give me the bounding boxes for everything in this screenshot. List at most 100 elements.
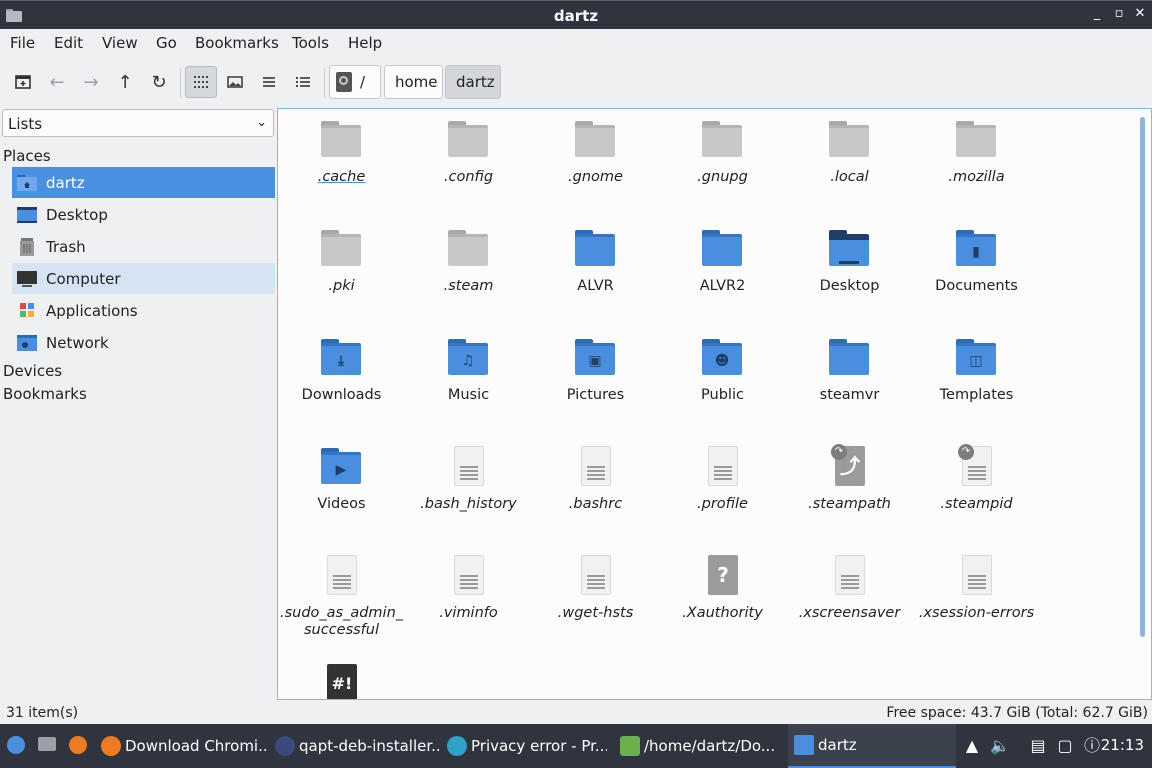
menu-help[interactable]: Help	[348, 34, 382, 52]
status-bar: 31 item(s) Free space: 43.7 GiB (Total: …	[0, 702, 1152, 724]
icon-view-button[interactable]	[185, 66, 217, 98]
taskbar: Download Chromi... qapt-deb-installer...…	[0, 724, 1152, 768]
documents-folder-icon: ▮	[956, 228, 998, 270]
file-name: .steampid	[940, 496, 1013, 512]
sidebar-item-dartz[interactable]: dartz	[12, 167, 275, 198]
sidebar-item-network[interactable]: Network	[12, 327, 275, 358]
reload-icon: ↻	[151, 71, 167, 93]
file-name: Downloads	[301, 387, 382, 403]
detailed-view-button[interactable]	[287, 66, 319, 98]
devices-heading[interactable]: Devices	[3, 362, 62, 380]
breadcrumb-home[interactable]: home	[384, 65, 443, 99]
unknown-file-icon: ?	[702, 555, 744, 597]
file-name: Music	[447, 387, 490, 403]
task-file-manager-dartz[interactable]: dartz	[788, 724, 956, 768]
file-name: .steam	[443, 278, 494, 294]
sidebar-mode-value: Lists	[8, 115, 43, 133]
sidebar-item-label: Network	[46, 333, 109, 352]
task-edge-privacy-error[interactable]: Privacy error - Pr...	[447, 724, 607, 768]
folder-icon	[321, 119, 363, 161]
edge-icon	[447, 736, 467, 756]
task-label: /home/dartz/Do...	[644, 737, 776, 755]
firefox-icon	[101, 736, 121, 756]
menu-go[interactable]: Go	[156, 34, 177, 52]
reload-button[interactable]: ↻	[143, 66, 175, 98]
sidebar-item-label: Computer	[46, 269, 121, 288]
sidebar-item-desktop[interactable]: Desktop	[12, 199, 275, 230]
breadcrumb-dartz-label: dartz	[456, 73, 495, 91]
folder-icon	[448, 228, 490, 270]
back-button[interactable]: ←	[41, 66, 73, 98]
folder-icon	[956, 119, 998, 161]
installer-icon	[275, 736, 295, 756]
menu-file[interactable]: File	[10, 34, 35, 52]
compact-view-button[interactable]	[253, 66, 285, 98]
file-view[interactable]: .cache .config .gnome .gnupg .local .moz…	[277, 108, 1152, 700]
sidebar-item-trash[interactable]: Trash	[12, 231, 275, 262]
up-button[interactable]: ↑	[109, 66, 141, 98]
bookmarks-heading[interactable]: Bookmarks	[3, 385, 87, 403]
breadcrumb-dartz[interactable]: dartz	[445, 65, 501, 99]
firefox-launcher-icon[interactable]	[68, 736, 88, 756]
toolbar-separator	[324, 68, 325, 98]
text-file-icon	[575, 446, 617, 488]
thumbnail-view-button[interactable]	[219, 66, 251, 98]
network-status-icon[interactable]: ▤	[1028, 736, 1048, 756]
updates-icon[interactable]: ▲	[962, 736, 982, 756]
vertical-scrollbar[interactable]	[1140, 117, 1145, 637]
file-name: .local	[830, 169, 869, 185]
free-space: Free space: 43.7 GiB (Total: 62.7 GiB)	[886, 705, 1148, 721]
menu-bar: File Edit View Go Bookmarks Tools Help	[0, 29, 1152, 57]
task-terminal-downloads[interactable]: /home/dartz/Do...	[620, 724, 780, 768]
arrow-left-icon: ←	[49, 71, 65, 93]
minimize-icon[interactable]: _	[1089, 6, 1105, 22]
sidebar-mode-select[interactable]: Lists ⌄	[2, 109, 274, 137]
places-heading[interactable]: Places	[3, 147, 51, 165]
new-tab-button[interactable]	[7, 66, 39, 98]
maximize-icon[interactable]: ▫	[1111, 6, 1127, 22]
window-title: dartz	[553, 7, 599, 25]
file-name: ALVR2	[699, 278, 746, 294]
toolbar-separator	[180, 68, 181, 98]
public-folder-icon: ☻	[702, 337, 744, 379]
sidebar-item-applications[interactable]: Applications	[12, 295, 275, 326]
pictures-folder-icon: ▣	[575, 337, 617, 379]
file-name: Pictures	[566, 387, 625, 403]
templates-folder-icon: ◫	[956, 337, 998, 379]
file-manager-launcher-icon[interactable]	[37, 736, 57, 756]
menu-view[interactable]: View	[102, 34, 138, 52]
breadcrumb-root[interactable]: /	[329, 65, 381, 99]
task-firefox-download[interactable]: Download Chromi...	[101, 724, 267, 768]
sidebar-item-computer[interactable]: Computer	[12, 263, 275, 294]
symlink-file-icon: ⤴ ↷	[829, 444, 871, 488]
volume-icon[interactable]: 🔈	[990, 736, 1010, 756]
folder-icon	[829, 337, 871, 379]
symlink-text-file-icon: ↷	[956, 444, 998, 488]
start-menu-icon[interactable]	[6, 736, 26, 756]
menu-edit[interactable]: Edit	[54, 34, 83, 52]
file-name: .xsession-errors	[918, 605, 1035, 621]
clock[interactable]: 21:13	[1101, 736, 1144, 754]
file-name: .pki	[328, 278, 355, 294]
text-file-icon	[575, 555, 617, 597]
menu-tools[interactable]: Tools	[292, 34, 329, 52]
arrow-right-icon: →	[83, 71, 99, 93]
file-name: .config	[443, 169, 494, 185]
close-icon[interactable]: ✕	[1132, 6, 1148, 22]
task-qapt-installer[interactable]: qapt-deb-installer...	[275, 724, 440, 768]
breadcrumb-root-label: /	[360, 73, 366, 91]
detailed-list-icon	[296, 77, 310, 87]
notification-icon[interactable]: ⓘ	[1082, 736, 1102, 756]
folder-icon	[448, 119, 490, 161]
compact-list-icon	[263, 77, 275, 87]
chevron-down-icon: ⌄	[256, 115, 267, 130]
file-name: ALVR	[577, 278, 614, 294]
file-name: Public	[701, 387, 744, 403]
trash-icon	[20, 237, 34, 256]
task-label: dartz	[818, 736, 857, 754]
text-file-icon	[702, 446, 744, 488]
forward-button[interactable]: →	[75, 66, 107, 98]
clipboard-icon[interactable]: ▢	[1055, 736, 1075, 756]
task-label: Privacy error - Pr...	[471, 737, 607, 755]
menu-bookmarks[interactable]: Bookmarks	[195, 34, 279, 52]
